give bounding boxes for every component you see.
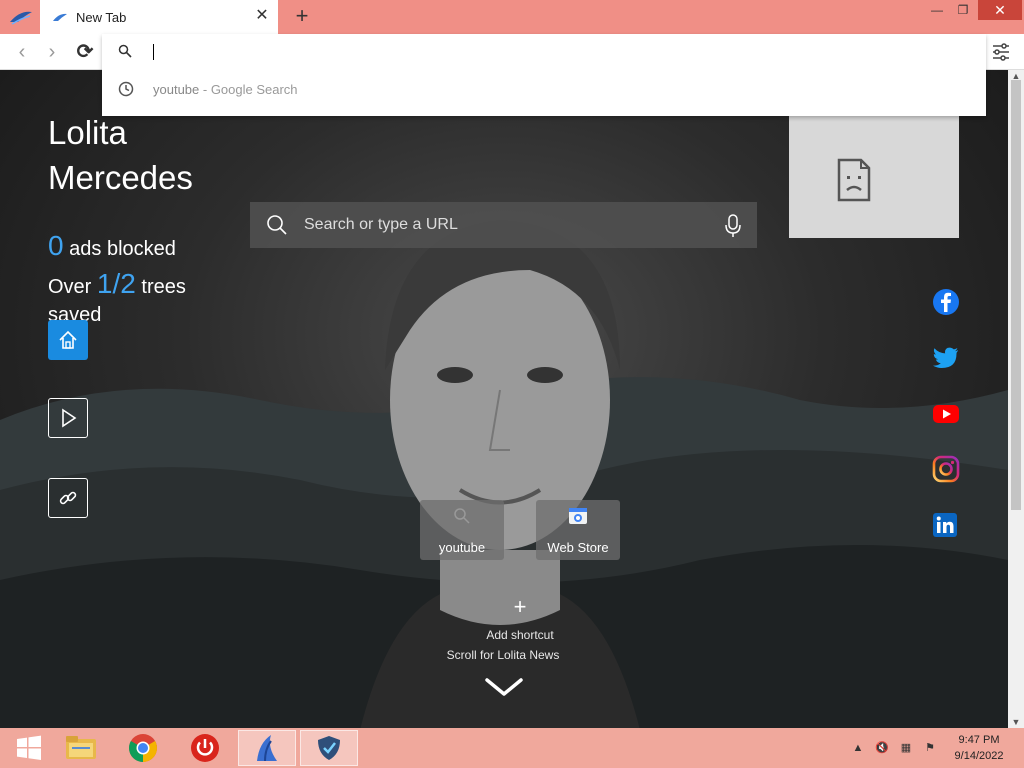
shield-icon — [318, 736, 340, 760]
start-button[interactable] — [0, 730, 58, 766]
lolita-logo-icon[interactable] — [8, 6, 34, 28]
page-search-bar[interactable] — [250, 202, 757, 248]
instagram-icon[interactable] — [932, 455, 960, 483]
page-scrollbar[interactable]: ▲ ▼ — [1008, 70, 1024, 728]
shortcut-label: youtube — [438, 540, 486, 555]
add-shortcut-button[interactable]: + Add shortcut — [460, 594, 580, 643]
reload-button[interactable]: ⟳ — [73, 40, 97, 64]
add-shortcut-label: Add shortcut — [486, 628, 554, 642]
facebook-icon[interactable] — [932, 288, 960, 316]
link-icon — [59, 491, 77, 505]
video-button[interactable] — [48, 398, 88, 438]
search-icon — [454, 508, 470, 524]
portrait-photo — [360, 220, 640, 728]
brand-first-name: Lolita — [48, 114, 127, 151]
home-button[interactable] — [48, 320, 88, 360]
ads-blocked-count: 0 — [48, 230, 64, 261]
broken-page-icon — [837, 158, 871, 202]
chrome-icon — [129, 734, 157, 762]
scroll-down-arrow-icon[interactable]: ▼ — [1008, 716, 1024, 728]
new-tab-button[interactable]: + — [292, 5, 312, 27]
trees-count: 1/2 — [96, 268, 136, 299]
close-tab-icon[interactable]: ✕ — [254, 8, 270, 24]
broken-image-panel — [789, 116, 959, 238]
show-hidden-icons-icon[interactable]: ▲ — [850, 740, 866, 756]
tab-title: New Tab — [76, 9, 127, 25]
windows-taskbar: ▲ 🔇 ▦ ⚑ 9:47 PM 9/14/2022 — [0, 728, 1024, 768]
scroll-thumb[interactable] — [1011, 80, 1021, 510]
search-icon — [118, 44, 132, 58]
brand-last-name: Mercedes — [48, 159, 193, 196]
suggestion-source: - Google Search — [199, 81, 298, 97]
network-icon[interactable]: ▦ — [898, 740, 914, 756]
close-window-button[interactable]: ✕ — [978, 0, 1022, 20]
clock-time: 9:47 PM — [958, 734, 1000, 746]
system-tray: ▲ 🔇 ▦ ⚑ — [850, 740, 938, 756]
taskbar-vpn[interactable] — [300, 730, 358, 766]
linkedin-icon[interactable] — [932, 512, 960, 540]
folder-icon — [66, 736, 96, 759]
shortcut-web-store[interactable]: Web Store — [536, 500, 620, 560]
twitter-icon[interactable] — [932, 344, 960, 372]
ads-blocked-label: ads blocked — [69, 238, 176, 260]
play-icon — [62, 408, 77, 428]
search-icon — [267, 215, 287, 235]
web-store-icon — [569, 508, 587, 524]
plus-icon: + — [513, 594, 527, 619]
history-clock-icon — [118, 81, 134, 97]
suggestion-query: youtube — [153, 81, 200, 97]
forward-button[interactable]: › — [40, 40, 64, 64]
suggestion-item[interactable]: youtube - Google Search — [102, 74, 986, 104]
address-bar-input[interactable] — [152, 42, 952, 62]
links-button[interactable] — [48, 478, 88, 518]
youtube-icon[interactable] — [932, 400, 960, 428]
text-caret — [153, 44, 154, 60]
tab-new-tab[interactable]: New Tab ✕ — [40, 0, 278, 34]
taskbar-power-app[interactable] — [176, 730, 234, 766]
maximize-button[interactable]: ❐ — [948, 0, 978, 20]
shortcut-label: Web Store — [547, 540, 609, 555]
scroll-news-label: Scroll for Lolita News — [446, 648, 560, 662]
back-button[interactable]: ‹ — [10, 40, 34, 64]
chevron-down-icon[interactable] — [484, 676, 524, 698]
taskbar-clock[interactable]: 9:47 PM 9/14/2022 — [946, 732, 1012, 764]
taskbar-lolita-browser[interactable] — [238, 730, 296, 766]
home-icon — [59, 330, 77, 349]
suggestion-text: youtube - Google Search — [153, 82, 298, 97]
clock-date: 9/14/2022 — [954, 750, 1004, 762]
settings-sliders-icon[interactable] — [990, 42, 1012, 62]
lolita-browser-icon — [257, 735, 277, 762]
action-center-flag-icon[interactable]: ⚑ — [922, 740, 938, 756]
ads-blocked-stat: 0 ads blocked — [48, 230, 176, 262]
shortcut-youtube[interactable]: youtube — [420, 500, 504, 560]
power-icon — [191, 734, 219, 762]
page-search-input[interactable] — [304, 216, 704, 234]
taskbar-file-explorer[interactable] — [52, 730, 110, 766]
windows-logo-icon — [17, 735, 41, 760]
tab-strip: New Tab ✕ + — ❐ ✕ — [0, 0, 1024, 34]
trees-prefix: Over — [48, 276, 92, 298]
brand-name: Lolita Mercedes — [48, 110, 193, 200]
lolita-tab-icon — [53, 13, 67, 21]
volume-muted-icon[interactable]: 🔇 — [874, 740, 890, 756]
taskbar-chrome[interactable] — [114, 730, 172, 766]
microphone-icon[interactable] — [725, 214, 741, 238]
address-bar-dropdown: youtube - Google Search — [102, 34, 986, 116]
